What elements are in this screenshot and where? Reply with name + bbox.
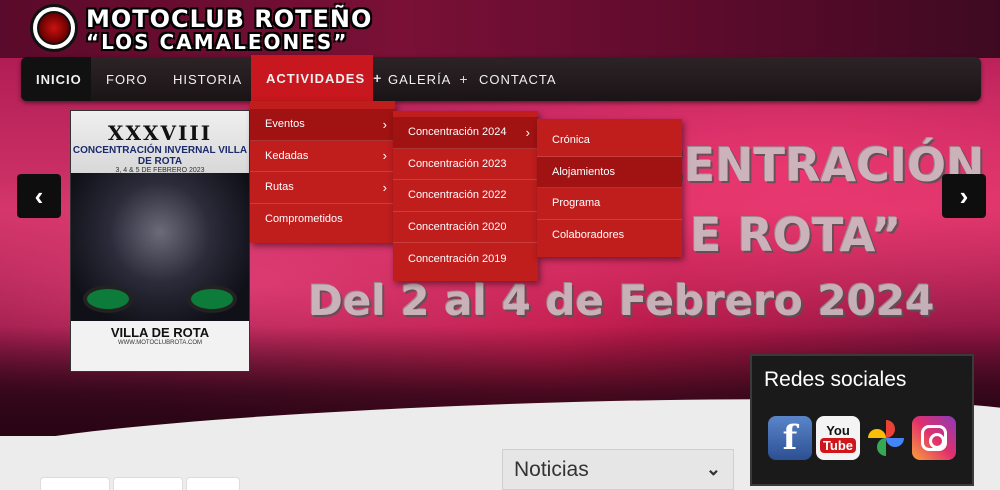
menu-item-label: Kedadas <box>265 149 309 162</box>
nav-label: CONTACTA <box>479 71 557 87</box>
content-tab[interactable] <box>186 477 240 490</box>
nav-label: ACTIVIDADES <box>266 70 366 86</box>
poster-image <box>71 173 249 321</box>
motorcycle-illustration <box>187 285 237 313</box>
dropdown-actividades: Eventos › Kedadas › Rutas › Comprometidos <box>250 101 395 243</box>
site-header: MOTOCLUB ROTEÑO “LOS CAMALEONES” <box>0 0 1000 58</box>
menu-item-concentracion-2020[interactable]: Concentración 2020 <box>393 212 538 243</box>
dropdown-eventos: Concentración 2024 › Concentración 2023 C… <box>393 111 538 281</box>
nav-label: GALERÍA <box>388 71 452 87</box>
menu-item-comprometidos[interactable]: Comprometidos <box>250 204 395 236</box>
menu-item-concentracion-2023[interactable]: Concentración 2023 <box>393 149 538 180</box>
nav-label: FORO <box>106 71 148 87</box>
event-poster[interactable]: XXXVIII CONCENTRACIÓN INVERNAL VILLA DE … <box>70 110 250 372</box>
instagram-icon[interactable] <box>912 416 956 460</box>
menu-item-label: Colaboradores <box>552 229 625 242</box>
menu-item-programa[interactable]: Programa <box>537 188 682 220</box>
menu-item-kedadas[interactable]: Kedadas › <box>250 141 395 172</box>
menu-item-label: Alojamientos <box>552 165 615 178</box>
poster-website: WWW.MOTOCLUBROTA.COM <box>117 340 203 346</box>
google-photos-icon[interactable] <box>864 416 908 460</box>
nav-actividades[interactable]: ACTIVIDADES + <box>251 55 381 101</box>
menu-item-concentracion-2019[interactable]: Concentración 2019 <box>393 243 538 275</box>
poster-edition: XXXVIII <box>107 121 213 145</box>
facebook-icon[interactable]: f <box>768 416 812 460</box>
poster-title: CONCENTRACIÓN INVERNAL VILLA DE ROTA <box>72 145 248 167</box>
noticias-title: Noticias <box>514 458 589 481</box>
menu-item-label: Concentración 2022 <box>408 189 507 202</box>
brand-title[interactable]: MOTOCLUB ROTEÑO <box>86 5 372 33</box>
menu-item-label: Crónica <box>552 134 590 147</box>
menu-item-label: Programa <box>552 197 601 210</box>
slider-prev-button[interactable]: ‹ <box>17 174 61 218</box>
nav-foro[interactable]: FORO <box>91 57 163 101</box>
main-nav: INICIO FORO HISTORIA ACTIVIDADES + GALERÍ… <box>21 55 981 101</box>
nav-contacta[interactable]: CONTACTA <box>464 57 572 101</box>
content-tab[interactable] <box>40 477 110 490</box>
youtube-tube-text: Tube <box>819 438 857 453</box>
chevron-right-icon: › <box>382 179 387 195</box>
social-title: Redes sociales <box>764 368 907 391</box>
chevron-right-icon: › <box>382 148 387 164</box>
hero-text-line2: E ROTA” <box>690 208 902 262</box>
nav-inicio[interactable]: INICIO <box>21 57 91 101</box>
chevron-left-icon: ‹ <box>34 180 44 211</box>
menu-item-label: Concentración 2024 <box>408 126 507 139</box>
menu-item-concentracion-2024[interactable]: Concentración 2024 › <box>393 117 538 149</box>
menu-item-label: Rutas <box>265 181 294 194</box>
social-networks-box: Redes sociales f You Tube <box>750 354 974 486</box>
menu-item-rutas[interactable]: Rutas › <box>250 172 395 204</box>
brand-subtitle[interactable]: “LOS CAMALEONES” <box>86 30 348 54</box>
youtube-icon[interactable]: You Tube <box>816 416 860 460</box>
nav-label: HISTORIA <box>173 71 243 87</box>
dropdown-concentracion-2024: Crónica Alojamientos Programa Colaborado… <box>537 119 682 257</box>
menu-item-label: Concentración 2020 <box>408 220 507 233</box>
noticias-panel-header[interactable]: Noticias ⌄ <box>502 449 734 490</box>
chevron-right-icon: › <box>525 124 530 140</box>
motorcycle-illustration <box>83 285 133 313</box>
menu-item-colaboradores[interactable]: Colaboradores <box>537 220 682 252</box>
menu-item-concentracion-2022[interactable]: Concentración 2022 <box>393 180 538 212</box>
poster-footer-title: VILLA DE ROTA <box>110 325 210 340</box>
slider-next-button[interactable]: › <box>942 174 986 218</box>
hero-text-line1: CENTRACIÓN <box>650 138 985 192</box>
chevron-down-icon: ⌄ <box>705 459 721 479</box>
menu-item-alojamientos[interactable]: Alojamientos <box>537 156 682 188</box>
content-tab[interactable] <box>113 477 183 490</box>
menu-item-label: Concentración 2023 <box>408 157 507 170</box>
club-logo[interactable] <box>30 4 78 52</box>
nav-label: INICIO <box>36 71 82 87</box>
hero-text-line3: Del 2 al 4 de Febrero 2024 <box>308 276 935 325</box>
nav-historia[interactable]: HISTORIA <box>158 57 257 101</box>
menu-item-label: Eventos <box>265 118 305 131</box>
menu-item-label: Concentración 2019 <box>408 252 507 265</box>
menu-item-label: Comprometidos <box>265 213 343 226</box>
facebook-glyph: f <box>782 418 798 458</box>
menu-item-cronica[interactable]: Crónica <box>537 125 682 157</box>
youtube-you-text: You <box>826 423 850 438</box>
chevron-right-icon: › <box>959 180 969 211</box>
chevron-right-icon: › <box>382 116 387 132</box>
menu-item-eventos[interactable]: Eventos › <box>250 109 395 141</box>
